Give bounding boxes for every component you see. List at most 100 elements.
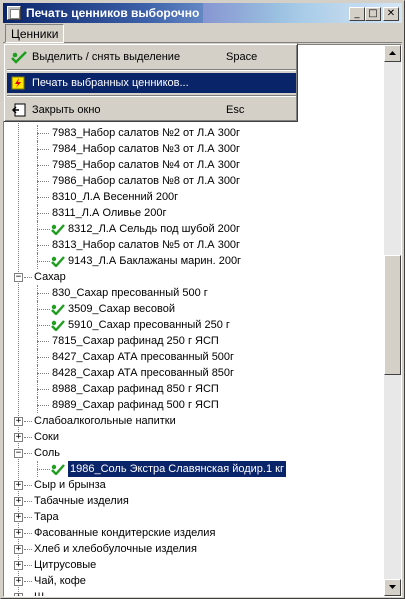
- maximize-button[interactable]: □: [365, 7, 381, 21]
- menu-item-shortcut: Space: [226, 51, 258, 63]
- tree-group-label: Табачные изделия: [34, 495, 129, 507]
- close-button[interactable]: ✕: [383, 7, 399, 21]
- tree-content: 7983_Набор салатов №2 от Л.А 300г 7984_На…: [4, 45, 384, 596]
- tree-item-row[interactable]: 8428_Сахар АТА пресованный 850г: [4, 365, 384, 381]
- tree-group-label: Сыр и брынза: [34, 479, 106, 491]
- tree-item-row[interactable]: 8989_Сахар рафинад 500 г ЯСП: [4, 397, 384, 413]
- scroll-up-button[interactable]: [384, 45, 401, 62]
- expand-icon[interactable]: +: [14, 593, 23, 596]
- tree-item-row[interactable]: 8312_Л.А Сельдь под шубой 200г: [4, 221, 384, 237]
- expand-icon[interactable]: +: [14, 513, 23, 522]
- checked-leaf-icon: [51, 320, 65, 332]
- collapse-icon[interactable]: −: [14, 273, 23, 282]
- tree-group-row[interactable]: + Табачные изделия: [4, 493, 384, 509]
- tree-connector-line: [24, 533, 32, 534]
- tree-item-row[interactable]: 8310_Л.А Весенний 200г: [4, 189, 384, 205]
- expand-icon[interactable]: +: [14, 529, 23, 538]
- tree-group-row[interactable]: + Хлеб и хлебобулочные изделия: [4, 541, 384, 557]
- collapse-icon[interactable]: −: [14, 449, 23, 458]
- tree-connector-line: [37, 341, 49, 342]
- tree-item-label: 3509_Сахар весовой: [68, 303, 176, 315]
- app-icon[interactable]: [7, 6, 21, 20]
- arrow-up-icon: [389, 51, 396, 55]
- tree-connector-line: [37, 405, 49, 406]
- arrow-down-icon: [389, 585, 396, 589]
- tree-item-row[interactable]: 7983_Набор салатов №2 от Л.А 300г: [4, 125, 384, 141]
- menu-separator: [7, 95, 296, 97]
- tree-item-label: 5910_Сахар пресованный 250 г: [68, 319, 230, 331]
- scroll-thumb[interactable]: [384, 255, 401, 375]
- tree-item-row[interactable]: 7815_Сахар рафинад 250 г ЯСП: [4, 333, 384, 349]
- tree-connector-line: [37, 181, 49, 182]
- tree-group-label: Слабоалкогольные напитки: [34, 415, 176, 427]
- expand-icon[interactable]: +: [14, 433, 23, 442]
- tree-group-label: Хлеб и хлебобулочные изделия: [34, 543, 197, 555]
- tree-connector-line: [37, 213, 49, 214]
- expand-icon[interactable]: +: [14, 481, 23, 490]
- scroll-down-button[interactable]: [384, 579, 401, 596]
- tree-item-label: 7986_Набор салатов №8 от Л.А 300г: [52, 175, 241, 187]
- tree-item-row[interactable]: 7985_Набор салатов №4 от Л.А 300г: [4, 157, 384, 173]
- checked-leaf-icon: [51, 464, 65, 476]
- tree-item-row[interactable]: 7984_Набор салатов №3 от Л.А 300г: [4, 141, 384, 157]
- menu-item-toggle-selection[interactable]: Выделить / снять выделение Space: [7, 47, 296, 67]
- window-title: Печать ценников выборочно: [26, 6, 200, 20]
- tree-connector-line: [24, 501, 32, 502]
- tree-item-row[interactable]: 8311_Л.А Оливье 200г: [4, 205, 384, 221]
- expand-icon[interactable]: +: [14, 417, 23, 426]
- menu-item-shortcut: Esc: [226, 104, 245, 116]
- menu-item-close-window[interactable]: Закрыть окно Esc: [7, 100, 296, 120]
- tree-item-label: 7815_Сахар рафинад 250 г ЯСП: [52, 335, 219, 347]
- tree-item-label: 9143_Л.А Баклажаны марин. 200г: [68, 255, 242, 267]
- tree-group-row[interactable]: + Соки: [4, 429, 384, 445]
- tree-item-row[interactable]: 1986_Соль Экстра Славянская йодир.1 кг: [4, 460, 384, 478]
- expand-icon[interactable]: +: [14, 497, 23, 506]
- tree-group-row[interactable]: + Чай, кофе: [4, 573, 384, 589]
- tree-connector-line: [37, 165, 49, 166]
- tree-connector-line: [37, 309, 50, 310]
- tree-item-row[interactable]: 3509_Сахар весовой: [4, 301, 384, 317]
- tree-item-row[interactable]: 5910_Сахар пресованный 250 г: [4, 317, 384, 333]
- menu-prices[interactable]: Ценники: [5, 24, 65, 43]
- tree-connector-line: [37, 357, 49, 358]
- check-toggle-icon: [11, 50, 27, 64]
- tree-group-row[interactable]: − Соль: [4, 445, 384, 461]
- tree-item-row[interactable]: 9143_Л.А Баклажаны марин. 200г: [4, 253, 384, 269]
- tree-connector-line: [37, 325, 50, 326]
- title-bar[interactable]: Печать ценников выборочно _ □ ✕: [3, 3, 402, 23]
- expand-icon[interactable]: +: [14, 545, 23, 554]
- tree-item-row[interactable]: 7986_Набор салатов №8 от Л.А 300г: [4, 173, 384, 189]
- checked-leaf-icon: [51, 304, 65, 316]
- tree-group-row[interactable]: + Слабоалкогольные напитки: [4, 413, 384, 429]
- tree-view[interactable]: 7983_Набор салатов №2 от Л.А 300г 7984_На…: [3, 44, 402, 597]
- menu-item-print-selected[interactable]: Печать выбранных ценников...: [7, 73, 296, 93]
- tree-group-row[interactable]: + Тара: [4, 509, 384, 525]
- tree-connector-line: [37, 229, 50, 230]
- tree-connector-line: [24, 277, 32, 278]
- tree-item-row[interactable]: 8427_Сахар АТА пресованный 500г: [4, 349, 384, 365]
- tree-group-row[interactable]: + Цитрусовые: [4, 557, 384, 573]
- tree-group-row[interactable]: + Ш...: [4, 589, 384, 596]
- tree-item-row[interactable]: 8988_Сахар рафинад 850 г ЯСП: [4, 381, 384, 397]
- tree-connector-line: [24, 437, 32, 438]
- tree-item-row[interactable]: 830_Сахар пресованный 500 г: [4, 285, 384, 301]
- tree-connector-line: [24, 549, 32, 550]
- tree-connector-line: [24, 517, 32, 518]
- tree-item-label: 8989_Сахар рафинад 500 г ЯСП: [52, 399, 219, 411]
- tree-item-row[interactable]: 8313_Набор салатов №5 от Л.А 300г: [4, 237, 384, 253]
- tree-group-row[interactable]: − Сахар: [4, 269, 384, 285]
- tree-group-row[interactable]: + Фасованные кондитерские изделия: [4, 525, 384, 541]
- tree-group-row[interactable]: + Сыр и брынза: [4, 477, 384, 493]
- tree-item-label: 7983_Набор салатов №2 от Л.А 300г: [52, 127, 241, 139]
- minimize-button[interactable]: _: [349, 7, 365, 21]
- close-window-icon: [11, 103, 27, 117]
- menu-item-label: Печать выбранных ценников...: [32, 77, 189, 89]
- tree-connector-line: [37, 469, 50, 470]
- tree-item-label-selected: 1986_Соль Экстра Славянская йодир.1 кг: [67, 460, 287, 478]
- menu-item-label: Выделить / снять выделение: [32, 51, 181, 63]
- expand-icon[interactable]: +: [14, 561, 23, 570]
- vertical-scrollbar[interactable]: [384, 45, 401, 596]
- expand-icon[interactable]: +: [14, 577, 23, 586]
- tree-item-label: 830_Сахар пресованный 500 г: [52, 287, 208, 299]
- tree-item-label: 7984_Набор салатов №3 от Л.А 300г: [52, 143, 241, 155]
